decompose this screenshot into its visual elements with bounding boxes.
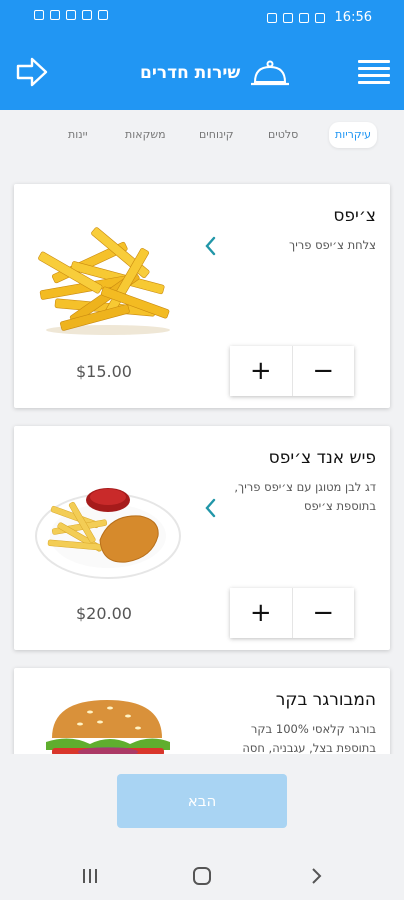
clock: 16:56 (334, 10, 372, 25)
tab-desserts[interactable]: קינוחים (199, 122, 234, 148)
mail-icon (266, 12, 277, 23)
decrease-button[interactable]: − (291, 588, 355, 638)
room-service-icon (251, 60, 290, 86)
app-header: שירות חדרים (0, 38, 404, 110)
header-title-group: שירות חדרים (140, 56, 290, 90)
recent-apps-button[interactable] (78, 864, 102, 888)
system-nav-bar (0, 852, 404, 900)
item-name: המבורגר בקר (275, 690, 376, 710)
skype-icon (282, 12, 293, 23)
bottom-panel: הבא (0, 754, 404, 900)
hamburger-icon (358, 60, 390, 84)
vpn-icon (82, 10, 92, 20)
lock-icon (34, 10, 44, 20)
image-icon (298, 12, 309, 23)
item-price: $20.00 (76, 604, 132, 623)
item-description: בורגר קלאסי 100% בקר בתוספת בצל, עגבניה,… (242, 722, 376, 755)
item-price: $15.00 (76, 362, 132, 381)
status-bar: 16:56 (0, 0, 404, 38)
chevron-right-icon (312, 868, 322, 884)
menu-button[interactable] (356, 54, 392, 90)
tab-salads[interactable]: סלטים (268, 122, 298, 148)
item-name: צ׳יפס (333, 206, 376, 226)
tab-wines[interactable]: יינות (68, 122, 88, 148)
quantity-stepper: + − (230, 588, 354, 638)
fish-and-chips-image (35, 488, 181, 579)
item-name: פיש אנד צ׳יפס (268, 448, 376, 468)
exit-button[interactable] (14, 54, 50, 90)
chevron-left-icon[interactable] (200, 232, 220, 260)
arrow-right-icon (16, 57, 48, 87)
home-button[interactable] (190, 864, 214, 888)
tab-mains[interactable]: עיקריות (329, 122, 378, 148)
tab-drinks[interactable]: משקאות (125, 122, 166, 148)
quantity-stepper: + − (230, 346, 354, 396)
status-system: 16:56 (266, 10, 372, 25)
gallery-icon (98, 10, 108, 20)
next-button[interactable]: הבא (117, 774, 287, 828)
recent-apps-icon (83, 869, 97, 883)
fries-image (38, 227, 170, 335)
increase-button[interactable]: + (230, 588, 292, 638)
wifi-icon (66, 10, 76, 20)
back-button[interactable] (304, 864, 328, 888)
home-icon (193, 867, 211, 885)
notification-icon (50, 10, 60, 20)
increase-button[interactable]: + (230, 346, 292, 396)
status-notifications (34, 10, 108, 20)
menu-item-card[interactable]: פיש אנד צ׳יפס דג לבן מטוגן עם צ׳יפס פריך… (14, 426, 390, 650)
battery-icon (314, 12, 325, 23)
category-tabs: עיקריות סלטים קינוחים משקאות יינות (0, 110, 404, 160)
menu-item-card[interactable]: צ׳יפס צלחת צ׳יפס פריך $15.00 + − (14, 184, 390, 408)
decrease-button[interactable]: − (291, 346, 355, 396)
chevron-left-icon[interactable] (200, 494, 220, 522)
page-title: שירות חדרים (140, 63, 241, 83)
item-description: דג לבן מטוגן עם צ׳יפס פריך, בתוספת צ׳יפס (234, 480, 376, 513)
item-description: צלחת צ׳יפס פריך (289, 238, 376, 252)
